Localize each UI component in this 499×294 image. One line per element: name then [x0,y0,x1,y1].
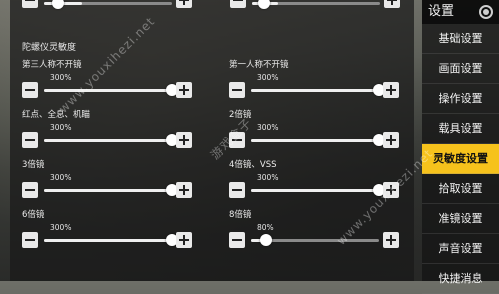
slider-thumb[interactable] [260,234,272,246]
minus-button[interactable] [229,82,245,98]
previous-section-sliders [10,0,414,22]
slider[interactable] [251,184,385,196]
minus-button[interactable] [22,132,38,148]
setting-8x-scope: 8倍镜 80% [229,208,419,248]
minus-button[interactable] [22,232,38,248]
setting-value: 300% [50,123,72,132]
plus-button[interactable] [176,232,192,248]
minus-button[interactable] [229,232,245,248]
section-title: 陀螺仪灵敏度 [22,43,77,53]
sidebar-item-basic[interactable]: 基础设置 [422,24,499,54]
slider-track[interactable] [44,0,172,9]
slider[interactable] [44,184,178,196]
setting-value: 300% [50,73,72,82]
plus-button[interactable] [383,232,399,248]
sidebar-item-graphics[interactable]: 画面设置 [422,54,499,84]
plus-button[interactable] [176,182,192,198]
slider[interactable] [251,84,385,96]
sidebar-item-crosshair[interactable]: 准镜设置 [422,204,499,234]
minus-button[interactable] [22,82,38,98]
setting-6x-scope: 6倍镜 300% [22,208,212,248]
setting-label: 第一人称不开镜 [229,60,289,70]
setting-first-person: 第一人称不开镜 300% [229,58,419,98]
slider[interactable] [251,234,379,246]
minus-button[interactable] [230,0,246,8]
sidebar-item-vehicle[interactable]: 载具设置 [422,114,499,144]
plus-button[interactable] [383,132,399,148]
minus-button[interactable] [22,182,38,198]
sidebar-item-quick-message[interactable]: 快捷消息 [422,264,499,294]
sidebar-title: 设置 [422,0,499,24]
minus-button[interactable] [22,0,38,8]
slider[interactable] [44,234,178,246]
slider[interactable] [251,134,385,146]
settings-sidebar: 设置 基础设置 画面设置 操作设置 载具设置 灵敏度设置 拾取设置 准镜设置 声… [422,0,499,294]
setting-label: 第三人称不开镜 [22,60,82,70]
setting-label: 4倍镜、VSS [229,160,277,170]
sidebar-item-pickup[interactable]: 拾取设置 [422,174,499,204]
setting-value: 300% [257,123,279,132]
plus-button[interactable] [383,82,399,98]
plus-button[interactable] [176,0,192,8]
setting-label: 红点、全息、机瞄 [22,110,91,120]
setting-value: 80% [257,223,274,232]
setting-label: 6倍镜 [22,210,45,220]
setting-value: 300% [50,223,72,232]
sidebar-title-text: 设置 [428,4,455,19]
sidebar-item-sound[interactable]: 声音设置 [422,234,499,264]
slider[interactable] [44,84,178,96]
setting-value: 300% [257,173,279,182]
setting-label: 3倍镜 [22,160,45,170]
setting-value: 300% [257,73,279,82]
minus-button[interactable] [229,182,245,198]
slider[interactable] [44,134,178,146]
setting-3x-scope: 3倍镜 300% [22,158,212,198]
setting-2x-scope: 2倍镜 300% [229,108,419,148]
setting-red-dot: 红点、全息、机瞄 300% [22,108,212,148]
gear-icon [479,5,493,19]
plus-button[interactable] [384,0,400,8]
plus-button[interactable] [176,132,192,148]
sidebar-item-sensitivity[interactable]: 灵敏度设置 [422,144,499,174]
slider-track[interactable] [252,0,380,9]
setting-label: 8倍镜 [229,210,252,220]
sidebar-item-controls[interactable]: 操作设置 [422,84,499,114]
plus-button[interactable] [176,82,192,98]
sidebar-menu: 基础设置 画面设置 操作设置 载具设置 灵敏度设置 拾取设置 准镜设置 声音设置… [422,24,499,294]
setting-value: 300% [50,173,72,182]
